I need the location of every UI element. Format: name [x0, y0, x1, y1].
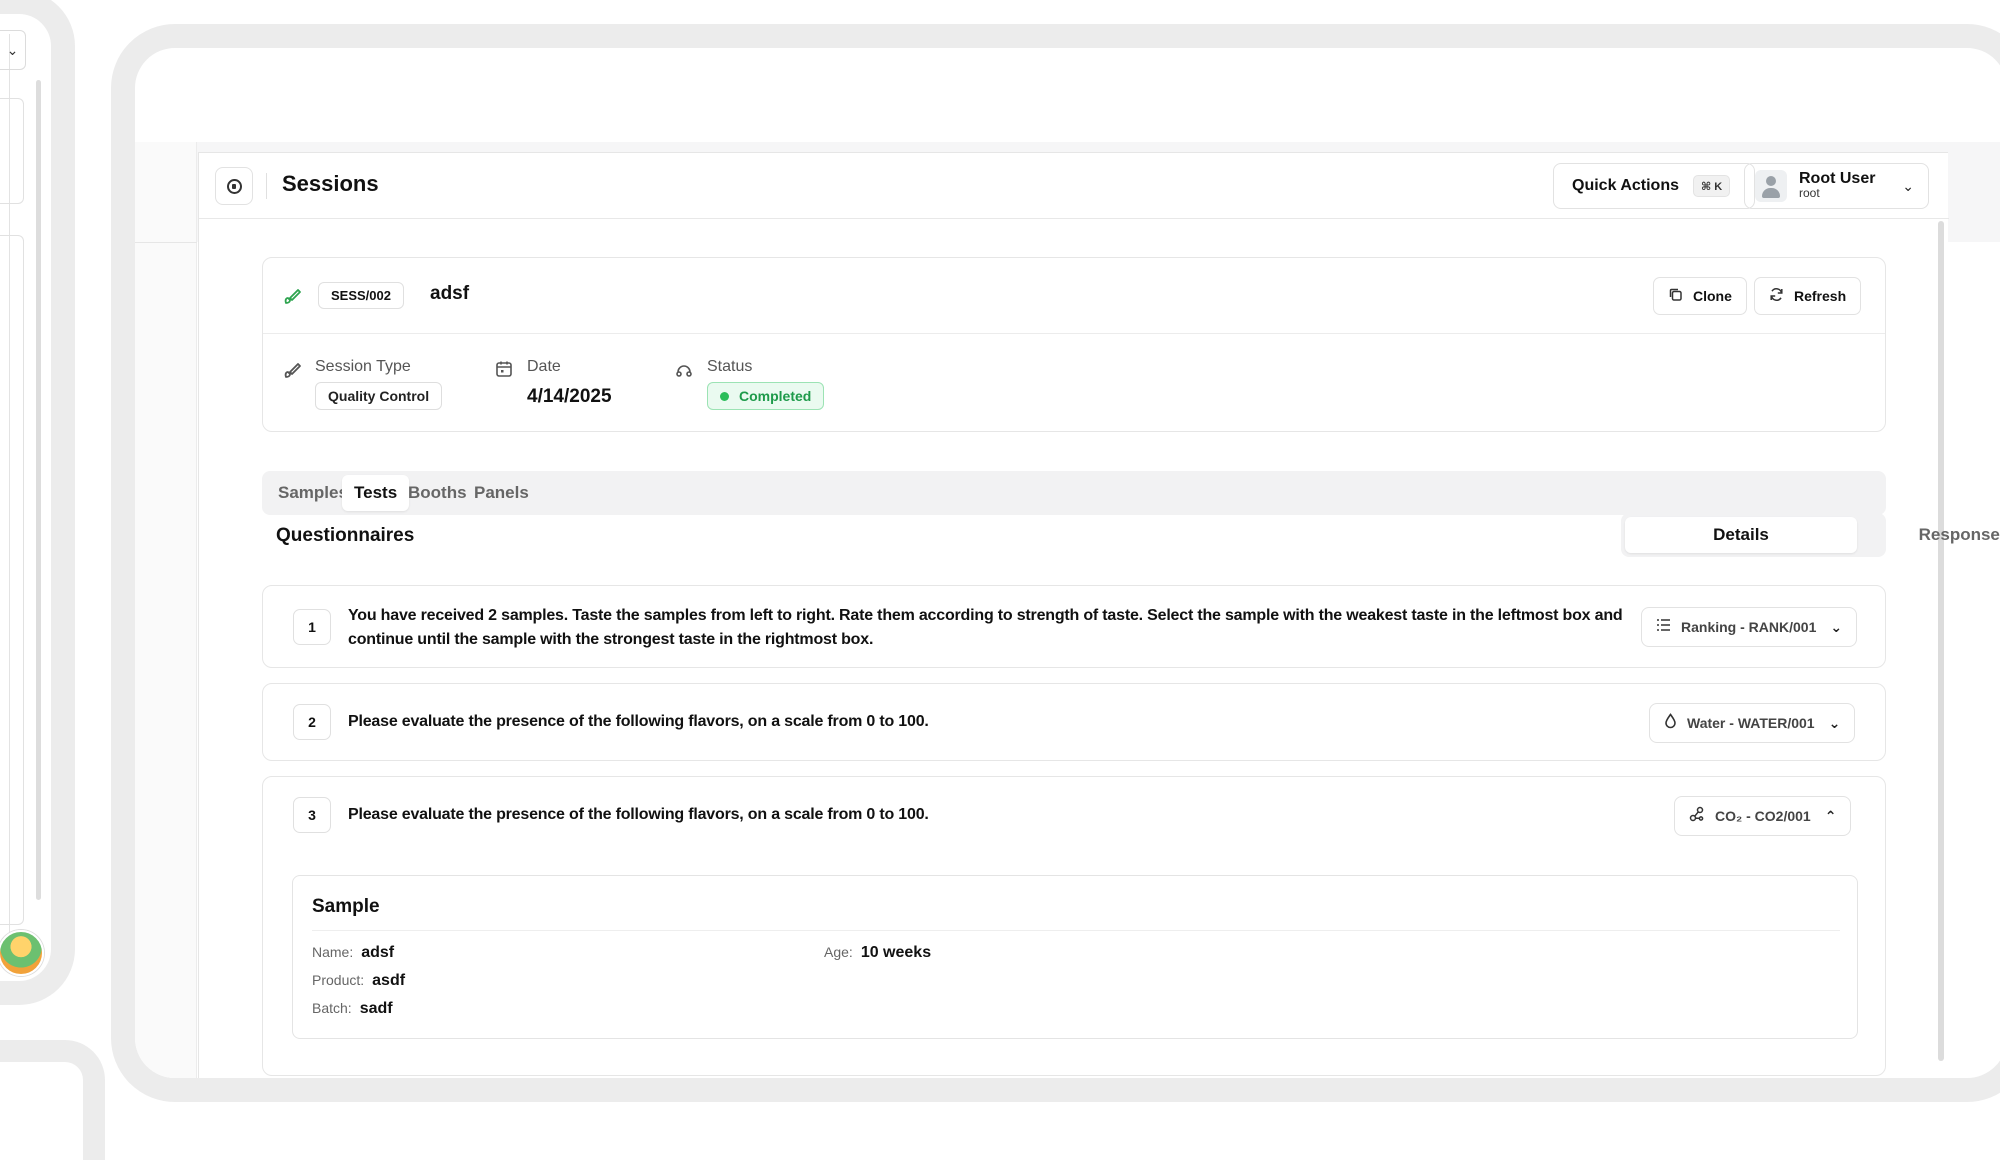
status-badge: Completed	[707, 382, 825, 410]
background-panel	[0, 235, 24, 925]
sample-product-row: Product: asdf	[312, 972, 405, 990]
details-toggle[interactable]: Details	[1625, 517, 1857, 553]
sidebar-toggle-icon	[226, 178, 242, 194]
brush-icon	[283, 360, 303, 385]
device-frame: Sessions Quick Actions ⌘ K Root User roo…	[111, 24, 2000, 1102]
chevron-up-icon: ⌃	[1824, 807, 1837, 824]
sample-product-value: asdf	[372, 972, 406, 989]
quick-actions-button[interactable]: Quick Actions ⌘ K	[1553, 163, 1755, 209]
refresh-label: Refresh	[1794, 288, 1847, 304]
molecule-icon	[1689, 806, 1705, 826]
background-panel	[0, 98, 24, 204]
user-menu-button[interactable]: Root User root ⌄	[1744, 163, 1929, 209]
session-type-badge: Quality Control	[315, 382, 443, 410]
question-text: You have received 2 samples. Taste the s…	[348, 607, 1623, 648]
sample-name-label: Name:	[312, 944, 354, 960]
questionnaire-select[interactable]: Ranking - RANK/001 ⌄	[1641, 607, 1858, 647]
status-dot-icon	[720, 391, 729, 401]
questionnaire-select-label: Ranking - RANK/001	[1681, 619, 1817, 635]
status-icon	[675, 360, 693, 383]
calendar-icon	[495, 360, 513, 383]
question-number: 3	[293, 797, 331, 833]
user-avatar-icon	[1755, 170, 1787, 202]
question-card: 2 Please evaluate the presence of the fo…	[262, 683, 1886, 761]
sample-details-panel: Sample Name: adsf Age: 10 weeks Product: as…	[292, 875, 1858, 1039]
divider	[266, 173, 267, 199]
session-summary-card: SESS/002 adsf Clone Refresh Session Type…	[262, 257, 1886, 432]
chevron-down-icon: ⌄	[1902, 178, 1914, 194]
sample-age-value: 10 weeks	[860, 944, 932, 961]
workspace-avatar[interactable]	[0, 930, 44, 976]
view-toggle: Details Responses	[1621, 513, 2000, 557]
page-title: Sessions	[282, 171, 379, 196]
sample-title: Sample	[312, 896, 380, 917]
chevron-down-icon[interactable]: ⌄	[0, 30, 26, 70]
user-handle: root	[1799, 186, 1820, 200]
background-scrollbar[interactable]	[36, 80, 41, 900]
sample-batch-value: sadf	[359, 1000, 393, 1017]
brush-icon	[283, 286, 303, 306]
session-code-badge: SESS/002	[318, 282, 404, 309]
session-name: adsf	[430, 283, 470, 304]
sample-batch-row: Batch: sadf	[312, 1000, 393, 1018]
chevron-down-icon: ⌄	[1828, 714, 1841, 731]
question-text: Please evaluate the presence of the foll…	[348, 713, 929, 730]
tab-panels[interactable]: Panels	[462, 475, 541, 511]
sample-name-value: adsf	[361, 944, 395, 961]
sample-product-label: Product:	[312, 972, 365, 988]
user-name: Root User	[1799, 170, 1876, 187]
question-number: 2	[293, 704, 331, 740]
refresh-button[interactable]: Refresh	[1754, 277, 1862, 315]
responses-toggle[interactable]: Responses	[1849, 517, 2000, 553]
copy-icon	[1668, 287, 1683, 306]
status-value: Completed	[739, 388, 812, 404]
clone-label: Clone	[1693, 288, 1732, 304]
session-tabs: Samples Tests Booths Panels	[262, 471, 1886, 515]
question-card-expanded: 3 Please evaluate the presence of the fo…	[262, 776, 1886, 1076]
background-device-frame	[0, 1040, 105, 1160]
content-scrollbar[interactable]	[1938, 221, 1944, 1061]
refresh-icon	[1769, 287, 1784, 306]
sample-batch-label: Batch:	[312, 1000, 352, 1016]
app-window: Sessions Quick Actions ⌘ K Root User roo…	[198, 152, 2000, 1078]
question-card: 1 You have received 2 samples. Taste the…	[262, 585, 1886, 668]
sidebar-toggle-button[interactable]	[215, 167, 253, 205]
questionnaire-select-label: CO₂ - CO2/001	[1715, 808, 1811, 824]
date-label: Date	[527, 358, 561, 375]
top-header: Sessions Quick Actions ⌘ K Root User roo…	[199, 153, 1949, 219]
question-number: 1	[293, 609, 331, 645]
shortcut-badge: ⌘ K	[1692, 175, 1731, 197]
divider	[312, 930, 1840, 931]
clone-button[interactable]: Clone	[1653, 277, 1747, 315]
status-label: Status	[707, 358, 753, 375]
chevron-down-icon: ⌄	[1830, 618, 1843, 635]
questionnaire-select-label: Water - WATER/001	[1687, 715, 1815, 731]
section-title: Questionnaires	[276, 525, 415, 546]
sample-age-row: Age: 10 weeks	[824, 944, 931, 962]
session-type-label: Session Type	[315, 358, 411, 375]
list-icon	[1656, 618, 1671, 636]
collapsed-sidebar	[135, 142, 197, 1078]
questionnaire-select[interactable]: CO₂ - CO2/001 ⌃	[1674, 796, 1852, 836]
session-header: SESS/002 adsf Clone Refresh	[263, 258, 1885, 334]
droplet-icon	[1664, 713, 1677, 733]
sample-age-label: Age:	[824, 944, 853, 960]
date-value: 4/14/2025	[527, 386, 612, 407]
sample-name-row: Name: adsf	[312, 944, 394, 962]
quick-actions-label: Quick Actions	[1572, 177, 1679, 194]
question-text: Please evaluate the presence of the foll…	[348, 806, 929, 823]
questionnaire-select[interactable]: Water - WATER/001 ⌄	[1649, 703, 1856, 743]
